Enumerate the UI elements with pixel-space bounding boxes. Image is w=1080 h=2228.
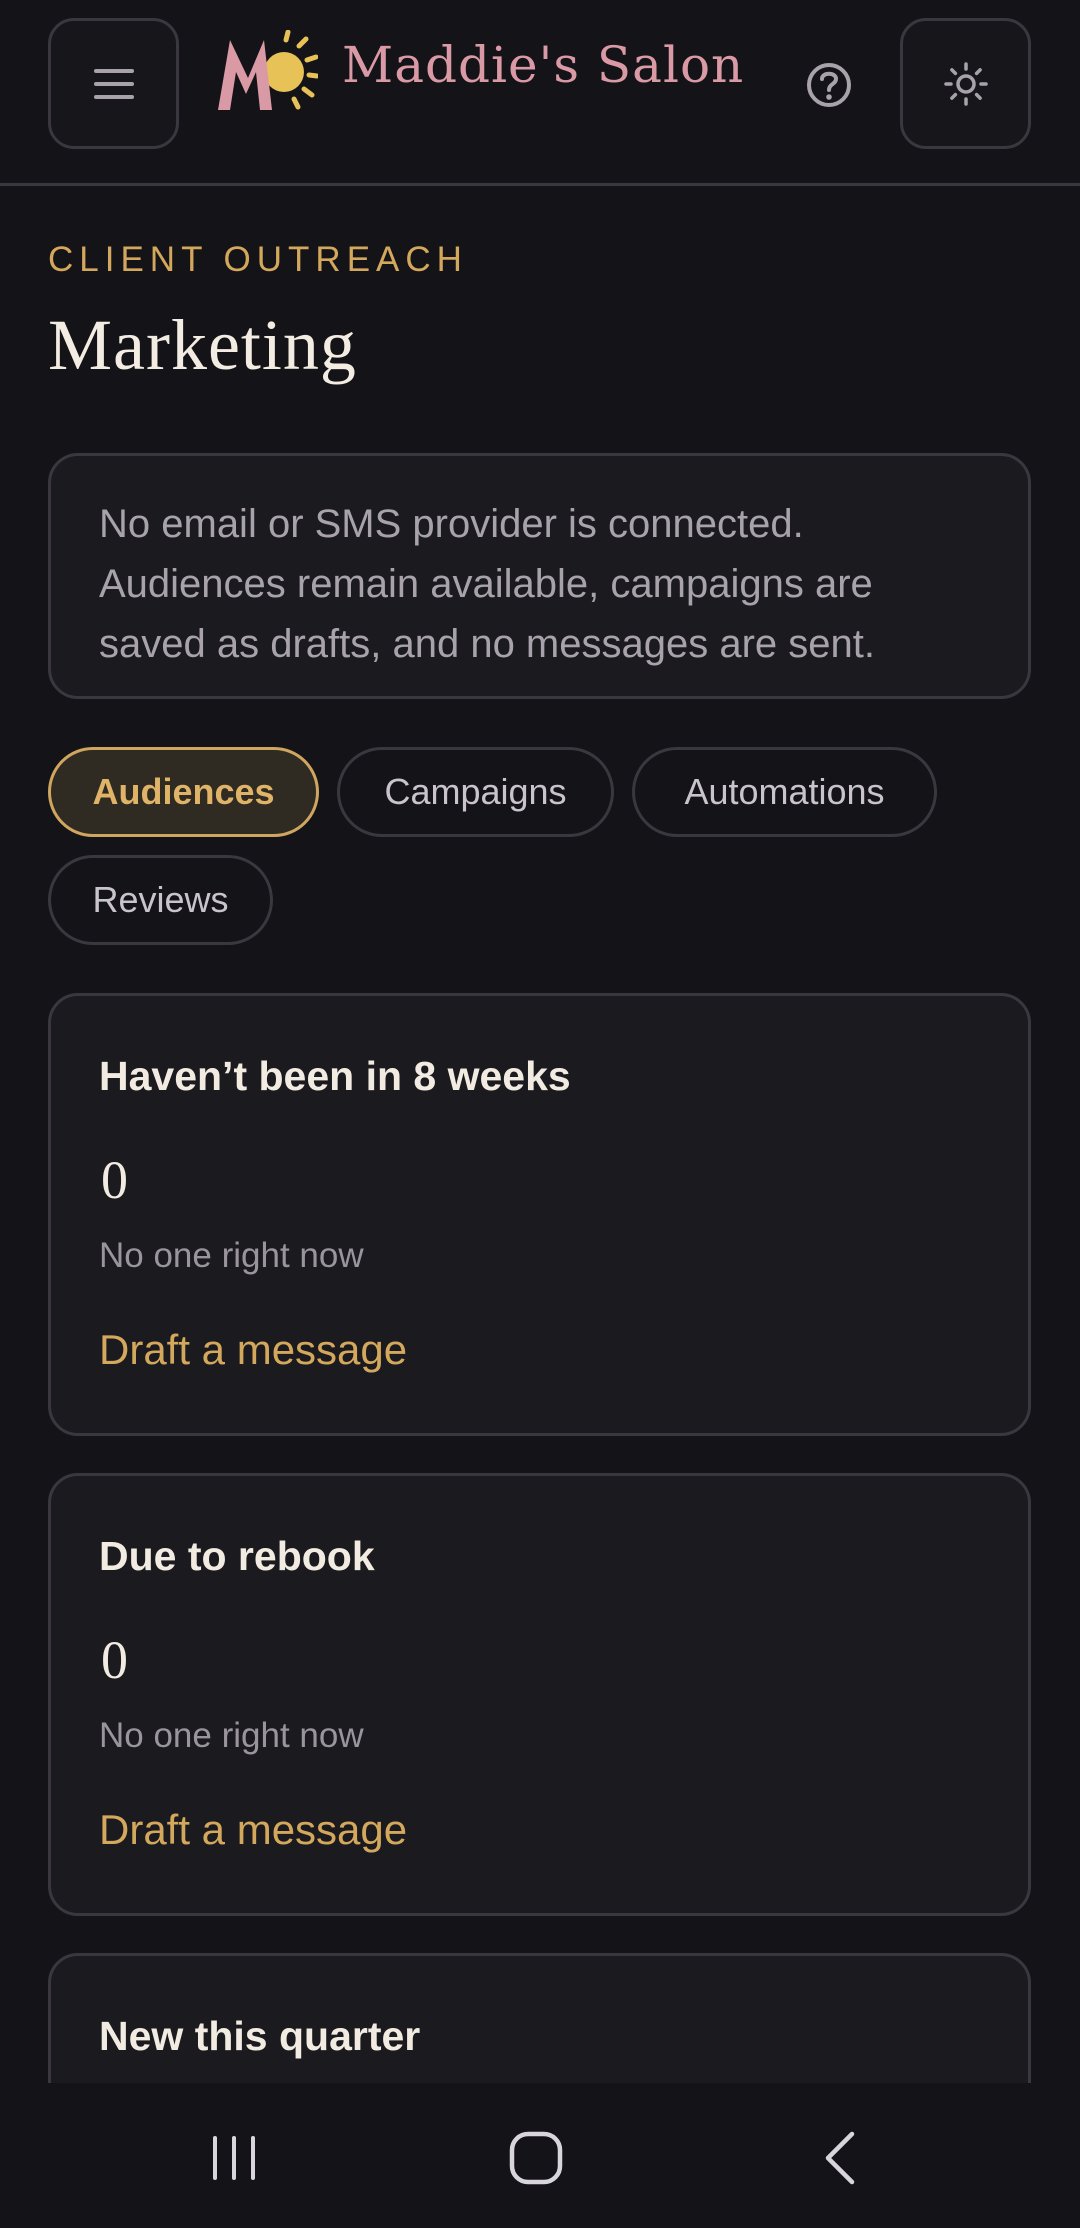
- section-eyebrow: CLIENT OUTREACH: [48, 240, 468, 279]
- salon-logo: M: [218, 30, 318, 110]
- provider-notice: No email or SMS provider is connected. A…: [48, 453, 1031, 699]
- draft-message-link[interactable]: Draft a message: [99, 1326, 407, 1374]
- help-circle-icon: [807, 63, 851, 107]
- menu-button[interactable]: [48, 18, 179, 149]
- hamburger-menu-icon: [93, 68, 134, 99]
- back-icon: [825, 2131, 855, 2185]
- tab-reviews[interactable]: Reviews: [48, 855, 273, 945]
- audience-card: Haven’t been in 8 weeks 0 No one right n…: [48, 993, 1031, 1436]
- audience-title: Haven’t been in 8 weeks: [99, 1053, 571, 1099]
- recents-icon: [213, 2136, 255, 2180]
- draft-message-link[interactable]: Draft a message: [99, 1806, 407, 1854]
- audience-count: 0: [101, 1630, 128, 1690]
- tab-automations[interactable]: Automations: [632, 747, 937, 837]
- notice-line: Audiences remain available, campaigns ar…: [99, 562, 873, 606]
- help-button[interactable]: [789, 50, 869, 120]
- top-app-bar: M Maddie's Salon: [0, 0, 1080, 186]
- audience-title: New this quarter: [99, 2013, 421, 2059]
- page-title: Marketing: [48, 305, 357, 385]
- brand-name[interactable]: Maddie's Salon: [342, 36, 744, 94]
- app-root: M Maddie's Salon: [0, 0, 1080, 2228]
- audience-status: No one right now: [99, 1716, 364, 1755]
- audience-count: 0: [101, 1150, 128, 1210]
- home-button[interactable]: [476, 2103, 596, 2213]
- audience-card: Due to rebook 0 No one right now Draft a…: [48, 1473, 1031, 1916]
- notice-line: No email or SMS provider is connected.: [99, 502, 804, 546]
- recents-button[interactable]: [174, 2103, 294, 2213]
- audience-title: Due to rebook: [99, 1533, 375, 1579]
- tab-campaigns[interactable]: Campaigns: [337, 747, 614, 837]
- home-icon: [509, 2131, 563, 2185]
- audience-status: No one right now: [99, 1236, 364, 1275]
- back-button[interactable]: [780, 2103, 900, 2213]
- theme-toggle-button[interactable]: [900, 18, 1031, 149]
- tab-audiences[interactable]: Audiences: [48, 747, 319, 837]
- system-navigation-bar: [0, 2083, 1080, 2228]
- notice-line: saved as drafts, and no messages are sen…: [99, 622, 875, 666]
- sun-icon: [943, 61, 988, 106]
